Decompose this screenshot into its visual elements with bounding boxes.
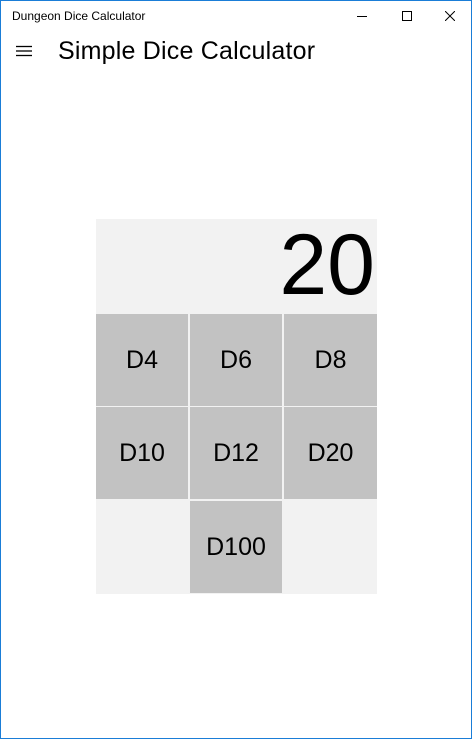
page-title: Simple Dice Calculator: [58, 37, 316, 65]
title-bar[interactable]: Dungeon Dice Calculator: [1, 1, 471, 31]
d20-button[interactable]: D20: [284, 407, 377, 499]
hamburger-menu-button[interactable]: [10, 39, 38, 67]
minimize-icon: [357, 11, 367, 21]
minimize-button[interactable]: [340, 1, 384, 31]
result-value: 20: [279, 217, 375, 313]
dice-calculator-panel: 20 D4 D6 D8 D10 D12 D20 D100: [96, 217, 377, 594]
d8-button[interactable]: D8: [284, 314, 377, 406]
d12-button[interactable]: D12: [190, 407, 282, 499]
maximize-icon: [402, 11, 412, 21]
d6-button[interactable]: D6: [190, 314, 282, 406]
d10-button[interactable]: D10: [96, 407, 188, 499]
d100-button[interactable]: D100: [190, 501, 282, 593]
close-button[interactable]: [428, 1, 471, 31]
app-title: Dungeon Dice Calculator: [12, 9, 146, 23]
close-icon: [445, 11, 455, 21]
app-window: Dungeon Dice Calculator Simple Dice Calc…: [0, 0, 472, 739]
d4-button[interactable]: D4: [96, 314, 188, 406]
page-header: Simple Dice Calculator: [1, 31, 471, 75]
hamburger-menu-icon: [16, 44, 32, 62]
result-display: 20: [96, 217, 377, 313]
maximize-button[interactable]: [385, 1, 429, 31]
